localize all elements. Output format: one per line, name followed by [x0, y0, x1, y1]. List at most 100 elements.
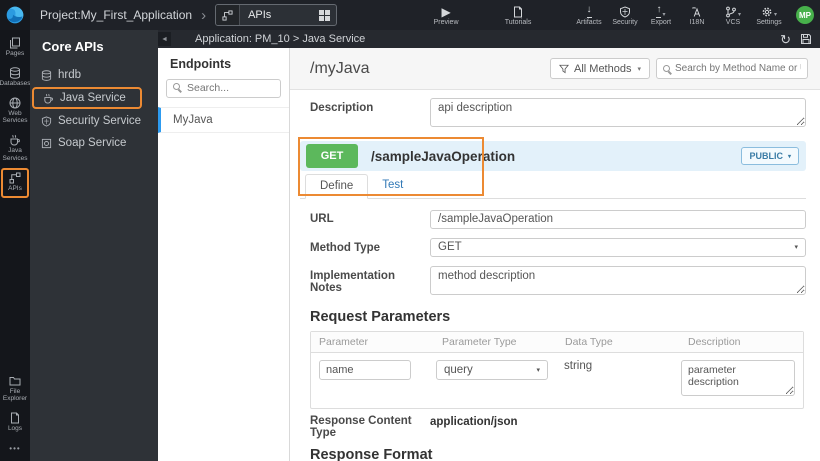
api-header: /myJava All Methods ▾ — [290, 48, 820, 90]
grid-icon[interactable] — [319, 9, 331, 21]
sidebar-item-databases[interactable]: Databases — [0, 63, 31, 93]
folder-icon — [9, 375, 21, 387]
description-textarea[interactable]: api description — [430, 98, 806, 127]
implementation-notes-label: Implementation Notes — [310, 269, 395, 294]
all-methods-filter-button[interactable]: All Methods ▾ — [550, 58, 650, 79]
file-explorer-label: File Explorer — [2, 387, 28, 403]
artifacts-button[interactable]: ↓ Artifacts — [572, 4, 606, 26]
caret-down-icon: ▾ — [773, 11, 777, 18]
soap-icon — [40, 138, 52, 149]
more-options-icon[interactable]: ••• — [9, 438, 20, 461]
i18n-label: I18N — [689, 18, 705, 26]
service-item-security-service[interactable]: Security Service — [30, 110, 158, 132]
i18n-button[interactable]: I18N — [680, 5, 714, 26]
parameter-name-input[interactable] — [319, 359, 411, 380]
collapse-panel-button[interactable]: ◄ — [158, 32, 171, 46]
implementation-notes-textarea[interactable]: method description — [430, 265, 806, 295]
tutorials-doc-icon — [512, 6, 524, 18]
search-icon — [173, 83, 180, 90]
caret-down-icon: ▾ — [794, 244, 798, 251]
branch-icon — [725, 6, 737, 18]
parameter-type-select[interactable]: query ▾ — [436, 359, 548, 380]
api-nodes-icon — [9, 172, 21, 184]
breadcrumb: Application: PM_10 > Java Service — [195, 33, 366, 45]
parameter-description-textarea[interactable]: parameter description — [681, 359, 795, 396]
pages-label: Pages — [5, 50, 25, 57]
response-content-type-label: Response Content Type — [310, 414, 412, 439]
service-item-hrdb[interactable]: hrdb — [30, 64, 158, 86]
app-logo[interactable] — [0, 0, 30, 30]
method-type-value: GET — [438, 241, 462, 253]
funnel-icon — [559, 64, 569, 74]
refresh-icon[interactable]: ↻ — [780, 33, 791, 46]
method-badge[interactable]: GET — [306, 144, 358, 168]
caret-down-icon: ▾ — [536, 366, 540, 374]
soap-service-label: Soap Service — [58, 137, 127, 149]
tab-define[interactable]: Define — [305, 174, 369, 199]
method-type-select[interactable]: GET ▾ — [430, 237, 806, 257]
settings-button[interactable]: ▾ Settings — [752, 5, 786, 26]
vcs-button[interactable]: ▾ VCS — [716, 5, 750, 26]
table-header-row: Parameter Parameter Type Data Type Descr… — [311, 331, 803, 353]
response-content-type-value: application/json — [430, 415, 518, 428]
preview-button[interactable]: ▶ Preview — [429, 5, 463, 26]
topbar-actions: ↓ Artifacts Security ↑ ▾ Export I18N ▾ VC… — [572, 4, 820, 26]
java-service-label: Java Service — [60, 92, 126, 104]
save-icon[interactable] — [800, 33, 812, 45]
sidebar-item-web-services[interactable]: Web Services — [1, 93, 29, 131]
tutorials-label: Tutorials — [504, 18, 532, 26]
logs-label: Logs — [7, 425, 23, 433]
table-row: query ▾ string parameter description — [311, 353, 803, 408]
upload-tray-icon: ↑ — [656, 4, 662, 18]
sidebar-item-file-explorer[interactable]: File Explorer — [1, 371, 29, 409]
url-input[interactable] — [430, 209, 806, 229]
artifacts-label: Artifacts — [576, 18, 602, 26]
hrdb-label: hrdb — [58, 69, 82, 81]
sidebar-item-pages[interactable]: Pages — [1, 33, 29, 63]
security-label: Security — [612, 18, 638, 26]
breadcrumb-bar: ◄ Application: PM_10 > Java Service ↻ — [158, 30, 820, 48]
apis-workspace-tab[interactable]: APIs — [215, 4, 338, 26]
column-parameter-type: Parameter Type — [442, 335, 517, 348]
sidebar-item-logs[interactable]: Logs — [1, 408, 29, 438]
data-type-value: string — [564, 359, 593, 372]
project-name: Project:My_First_Application — [40, 8, 193, 22]
visibility-label: PUBLIC — [749, 151, 783, 161]
security-button[interactable]: Security — [608, 5, 642, 26]
security-service-label: Security Service — [58, 115, 142, 127]
method-bar[interactable]: GET /sampleJavaOperation PUBLIC ▾ — [300, 141, 806, 171]
service-item-soap-service[interactable]: Soap Service — [30, 132, 158, 154]
user-avatar[interactable]: MP — [796, 6, 814, 24]
core-apis-panel: Core APIs hrdb Java Service Security Ser… — [30, 30, 158, 461]
globe-icon — [9, 97, 21, 109]
database-icon — [40, 70, 52, 81]
pages-icon — [9, 37, 21, 49]
sidebar-item-java-services[interactable]: Java Services — [1, 130, 29, 168]
endpoints-search-input[interactable] — [166, 78, 281, 98]
settings-label: Settings — [756, 18, 782, 26]
endpoint-item-myjava[interactable]: MyJava — [158, 106, 289, 133]
url-label: URL — [310, 213, 334, 225]
tab-test[interactable]: Test — [368, 174, 417, 198]
tutorials-button[interactable]: Tutorials — [501, 5, 535, 26]
all-methods-label: All Methods — [574, 62, 632, 75]
database-icon — [9, 67, 21, 79]
top-bar: Project:My_First_Application › APIs ▶ Pr… — [0, 0, 820, 30]
response-format-title: Response Format — [310, 446, 433, 461]
operation-path: /sampleJavaOperation — [371, 148, 516, 164]
method-search-input[interactable] — [675, 63, 801, 74]
left-icon-rail: Pages Databases Web Services Java Servic… — [0, 30, 31, 461]
chevron-right-icon: › — [201, 6, 207, 24]
visibility-dropdown[interactable]: PUBLIC ▾ — [741, 147, 799, 165]
translate-icon — [691, 6, 703, 18]
operation-section: GET /sampleJavaOperation PUBLIC ▾ Define… — [298, 137, 806, 199]
vcs-label: VCS — [725, 18, 741, 26]
endpoints-panel: Endpoints MyJava — [158, 48, 290, 461]
column-data-type: Data Type — [565, 335, 613, 348]
wavemaker-logo-icon — [5, 5, 25, 25]
service-item-java-service[interactable]: Java Service — [32, 87, 142, 109]
download-tray-icon: ↓ — [586, 4, 592, 18]
play-icon: ▶ — [441, 4, 451, 19]
export-button[interactable]: ↑ ▾ Export — [644, 4, 678, 26]
sidebar-item-apis[interactable]: APIs — [1, 167, 29, 198]
